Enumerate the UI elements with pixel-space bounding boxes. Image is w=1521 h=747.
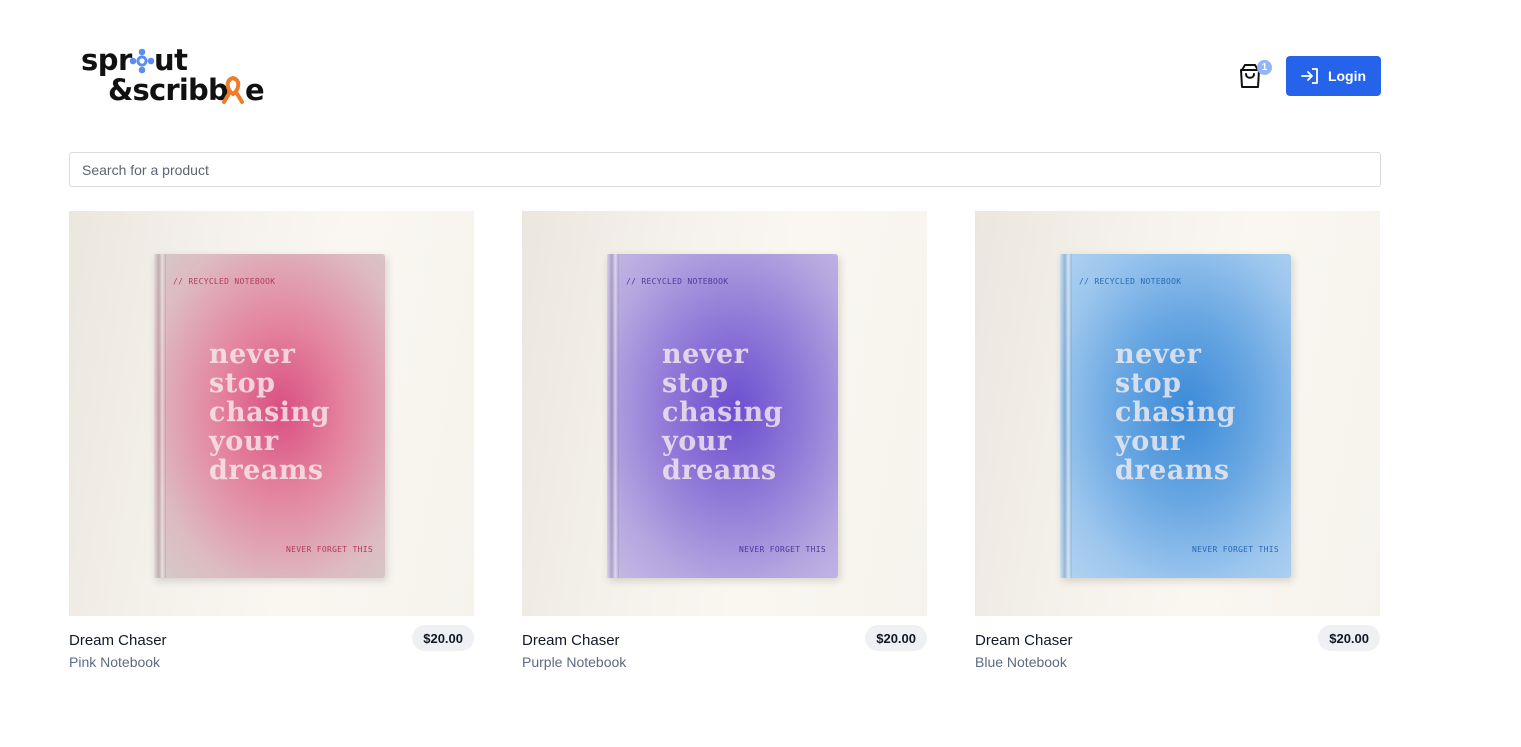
product-grid: // RECYCLED NOTEBOOK never stop chasing … xyxy=(69,211,1381,670)
cover-quote: never stop chasing your dreams xyxy=(209,340,379,485)
cover-quote-line: never xyxy=(209,339,296,370)
cover-quote-line: dreams xyxy=(1115,455,1230,486)
svg-text:&scribb: &scribb xyxy=(108,73,228,106)
svg-text:e: e xyxy=(245,73,265,106)
product-info: Dream Chaser Purple Notebook $20.00 xyxy=(522,616,927,670)
product-variant: Blue Notebook xyxy=(975,654,1067,670)
product-card[interactable]: // RECYCLED NOTEBOOK never stop chasing … xyxy=(975,211,1380,670)
product-variant: Pink Notebook xyxy=(69,654,161,670)
product-name[interactable]: Dream Chaser xyxy=(975,632,1073,649)
product-image[interactable]: // RECYCLED NOTEBOOK never stop chasing … xyxy=(975,211,1380,616)
cover-bottom-text: NEVER FORGET THIS xyxy=(1192,545,1279,554)
product-image[interactable]: // RECYCLED NOTEBOOK never stop chasing … xyxy=(69,211,474,616)
cover-quote-line: dreams xyxy=(662,455,777,486)
login-arrow-icon xyxy=(1301,68,1318,84)
notebook-cover: // RECYCLED NOTEBOOK never stop chasing … xyxy=(607,254,838,578)
cover-top-text: // RECYCLED NOTEBOOK xyxy=(626,277,729,286)
cover-top-text: // RECYCLED NOTEBOOK xyxy=(173,277,276,286)
cart-button[interactable]: 1 xyxy=(1237,60,1273,92)
cover-bottom-text: NEVER FORGET THIS xyxy=(739,545,826,554)
cover-quote-line: stop xyxy=(1115,368,1182,399)
cover-quote-line: your xyxy=(209,426,279,457)
cover-quote-line: your xyxy=(1115,426,1185,457)
notebook-cover: // RECYCLED NOTEBOOK never stop chasing … xyxy=(1060,254,1291,578)
cover-quote-line: your xyxy=(662,426,732,457)
cover-quote-line: dreams xyxy=(209,455,324,486)
cover-quote-line: never xyxy=(1115,339,1202,370)
product-image[interactable]: // RECYCLED NOTEBOOK never stop chasing … xyxy=(522,211,927,616)
login-button[interactable]: Login xyxy=(1286,56,1381,96)
price-badge: $20.00 xyxy=(412,625,474,651)
cover-quote-line: chasing xyxy=(209,397,331,428)
product-card[interactable]: // RECYCLED NOTEBOOK never stop chasing … xyxy=(69,211,474,670)
cover-top-text: // RECYCLED NOTEBOOK xyxy=(1079,277,1182,286)
price-badge: $20.00 xyxy=(1318,625,1380,651)
product-card[interactable]: // RECYCLED NOTEBOOK never stop chasing … xyxy=(522,211,927,670)
search-input[interactable] xyxy=(69,152,1381,187)
cover-quote: never stop chasing your dreams xyxy=(1115,340,1285,485)
login-button-label: Login xyxy=(1327,68,1367,84)
product-info: Dream Chaser Blue Notebook $20.00 xyxy=(975,616,1380,670)
cover-quote-line: chasing xyxy=(1115,397,1237,428)
cover-quote-line: stop xyxy=(209,368,276,399)
cover-quote: never stop chasing your dreams xyxy=(662,340,832,485)
product-name[interactable]: Dream Chaser xyxy=(522,632,620,649)
notebook-cover: // RECYCLED NOTEBOOK never stop chasing … xyxy=(154,254,385,578)
cover-quote-line: stop xyxy=(662,368,729,399)
product-variant: Purple Notebook xyxy=(522,654,627,670)
product-info: Dream Chaser Pink Notebook $20.00 xyxy=(69,616,474,670)
cover-quote-line: chasing xyxy=(662,397,784,428)
cover-quote-line: never xyxy=(662,339,749,370)
price-badge: $20.00 xyxy=(865,625,927,651)
product-name[interactable]: Dream Chaser xyxy=(69,632,167,649)
sprout-scribble-logo: spr ut &scribb e xyxy=(81,44,265,106)
cart-count-badge: 1 xyxy=(1257,60,1272,75)
cover-bottom-text: NEVER FORGET THIS xyxy=(286,545,373,554)
brand-logo[interactable]: spr ut &scribb e xyxy=(81,44,281,106)
flower-icon xyxy=(129,48,155,74)
